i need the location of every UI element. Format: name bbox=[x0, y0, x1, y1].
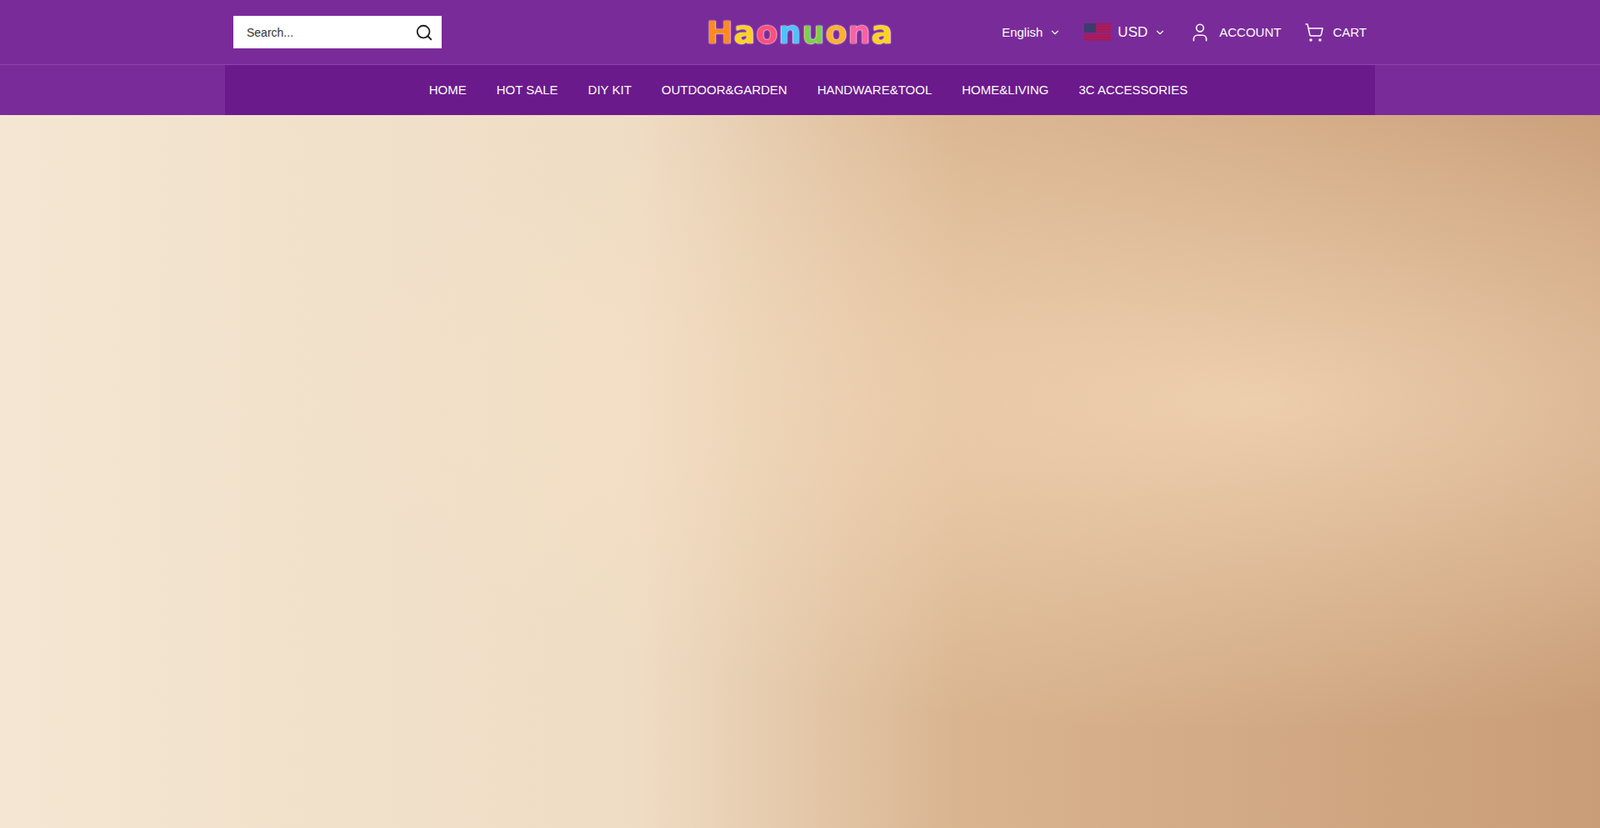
search-input[interactable] bbox=[245, 25, 409, 40]
search-icon[interactable] bbox=[415, 23, 434, 42]
search-box bbox=[233, 15, 442, 49]
chevron-down-icon bbox=[1154, 26, 1166, 39]
top-bar: Haonuona English USD ACCOUNT CART bbox=[0, 0, 1600, 65]
page: Haonuona English USD ACCOUNT CART HOME HOT SAL… bbox=[0, 0, 1600, 828]
nav-item[interactable]: 3C ACCESSORIES bbox=[1078, 77, 1188, 104]
cart-link[interactable]: CART bbox=[1304, 22, 1367, 43]
currency-picker[interactable]: USD bbox=[1084, 23, 1166, 42]
user-icon bbox=[1189, 21, 1211, 44]
cart-icon bbox=[1304, 22, 1325, 43]
nav-item[interactable]: OUTDOOR&GARDEN bbox=[661, 77, 788, 104]
us-flag-icon bbox=[1084, 23, 1111, 42]
logo[interactable]: Haonuona bbox=[706, 14, 895, 51]
nav-item[interactable]: HOME bbox=[429, 77, 467, 104]
nav-item[interactable]: HOT SALE bbox=[496, 77, 559, 104]
nav-item[interactable]: DIY KIT bbox=[588, 77, 632, 104]
account-link[interactable]: ACCOUNT bbox=[1189, 21, 1281, 44]
language-picker[interactable]: English bbox=[1001, 25, 1061, 40]
nav-item[interactable]: HOME&LIVING bbox=[961, 77, 1049, 104]
nav-bar: HOME HOT SALE DIY KIT OUTDOOR&GARDEN HANDWAR… bbox=[0, 65, 1600, 115]
chevron-down-icon bbox=[1049, 26, 1061, 39]
hero-banner[interactable] bbox=[0, 115, 1600, 828]
nav-item[interactable]: HANDWARE&TOOL bbox=[817, 77, 933, 104]
